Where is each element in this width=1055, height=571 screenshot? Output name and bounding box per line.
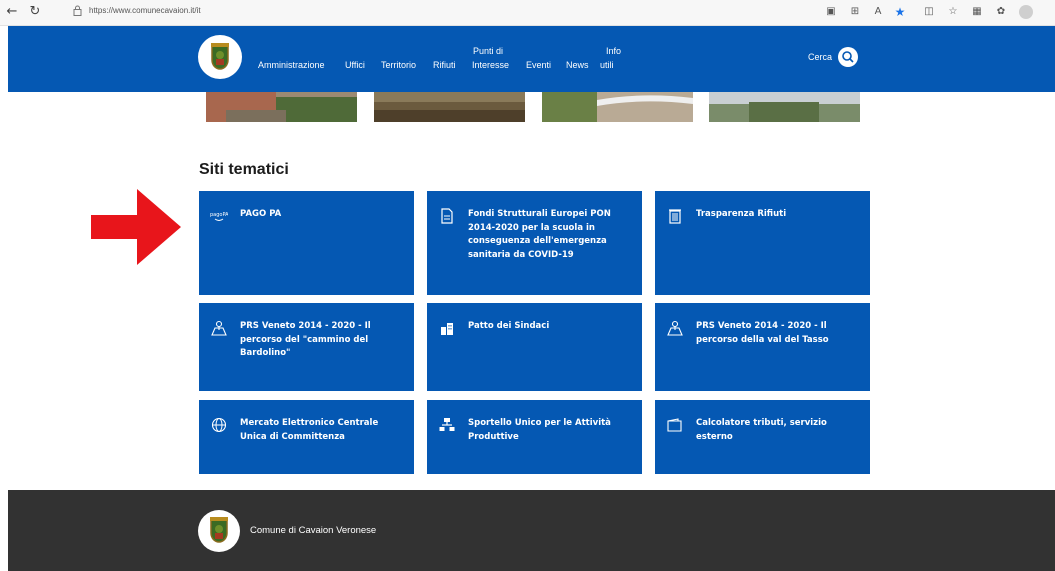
nav-punti-di-interesse[interactable]: Interesse (472, 59, 509, 71)
card-title: Patto dei Sindaci (468, 321, 550, 331)
split-screen-icon[interactable]: ◫ (922, 5, 936, 19)
favorites-icon[interactable]: ☆ (946, 5, 960, 19)
footer-municipality-name[interactable]: Comune di Cavaion Veronese (250, 525, 376, 536)
section-title: Siti tematici (199, 161, 289, 178)
browser-toolbar: ← ↻ https://www.comunecavaion.it/it ▣ ⊞ … (0, 0, 1055, 26)
nav-news[interactable]: News (566, 59, 589, 71)
card-title: Trasparenza Rifiuti (696, 209, 787, 219)
document-icon (441, 208, 453, 224)
address-bar[interactable]: https://www.comunecavaion.it/it (89, 6, 201, 15)
back-arrow-icon[interactable]: ← (4, 4, 20, 20)
hero-photo-field[interactable] (374, 92, 525, 122)
card-sportello-unico[interactable]: Sportello Unico per le Attività Produtti… (427, 400, 642, 474)
profile-avatar-icon[interactable] (1019, 5, 1033, 19)
nav-info-utili[interactable]: utili (600, 59, 614, 71)
card-title: PAGO PA (240, 209, 282, 219)
search-label[interactable]: Cerca (808, 52, 832, 62)
svg-text:pagoPA: pagoPA (210, 212, 228, 218)
card-trasparenza-rifiuti[interactable]: Trasparenza Rifiuti (655, 191, 870, 295)
apps-icon[interactable]: ⊞ (848, 5, 862, 19)
hero-photo-square[interactable] (542, 92, 693, 122)
nav-rifiuti[interactable]: Rifiuti (433, 59, 456, 71)
card-title: Mercato Elettronico Centrale Unica di Co… (240, 418, 379, 442)
card-fondi-strutturali[interactable]: Fondi Strutturali Europei PON 2014-2020 … (427, 191, 642, 295)
card-title: PRS Veneto 2014 - 2020 - Il percorso del… (240, 321, 371, 358)
card-prs-val-del-tasso[interactable]: PRS Veneto 2014 - 2020 - Il percorso del… (655, 303, 870, 391)
search-button[interactable] (838, 47, 858, 67)
trash-bin-icon (669, 209, 681, 224)
wallet-icon (667, 418, 682, 432)
card-title: Fondi Strutturali Europei PON 2014-2020 … (468, 209, 611, 260)
nav-punti-di-interesse-line1[interactable]: Punti di (473, 45, 503, 57)
nav-territorio[interactable]: Territorio (381, 59, 416, 71)
reader-view-icon[interactable]: ▣ (824, 5, 838, 19)
nav-eventi[interactable]: Eventi (526, 59, 551, 71)
lock-icon (73, 5, 82, 16)
card-mercato-elettronico[interactable]: Mercato Elettronico Centrale Unica di Co… (199, 400, 414, 474)
card-title: Calcolatore tributi, servizio esterno (696, 418, 827, 442)
refresh-icon[interactable]: ↻ (27, 4, 43, 20)
map-pin-icon (667, 320, 683, 336)
nav-amministrazione[interactable]: Amministrazione (258, 59, 325, 71)
globe-icon (211, 417, 227, 433)
hero-photo-village[interactable] (206, 92, 357, 122)
pagopa-icon: pagoPA (210, 212, 228, 221)
site-footer (8, 490, 1055, 571)
card-patto-sindaci[interactable]: Patto dei Sindaci (427, 303, 642, 391)
red-arrow-annotation (91, 189, 181, 265)
map-pin-icon (211, 320, 227, 336)
footer-crest-logo[interactable] (198, 510, 240, 552)
municipality-crest-logo[interactable] (198, 35, 242, 79)
search-icon (842, 51, 854, 63)
card-title: Sportello Unico per le Attività Produtti… (468, 418, 611, 442)
collections-icon[interactable]: ▦ (970, 5, 984, 19)
hero-photo-hills[interactable] (709, 92, 860, 122)
card-title: PRS Veneto 2014 - 2020 - Il percorso del… (696, 321, 829, 345)
card-prs-bardolino[interactable]: PRS Veneto 2014 - 2020 - Il percorso del… (199, 303, 414, 391)
card-pago-pa[interactable]: pagoPA PAGO PA (199, 191, 414, 295)
favorite-star-icon[interactable]: ★ (893, 5, 907, 19)
nav-info-utili-line1[interactable]: Info (606, 45, 621, 57)
read-aloud-icon[interactable]: A (871, 5, 885, 19)
nav-uffici[interactable]: Uffici (345, 59, 365, 71)
extension-icon[interactable]: ✿ (994, 5, 1008, 19)
buildings-icon (441, 323, 453, 335)
network-icon (439, 418, 455, 431)
card-calcolatore-tributi[interactable]: Calcolatore tributi, servizio esterno (655, 400, 870, 474)
